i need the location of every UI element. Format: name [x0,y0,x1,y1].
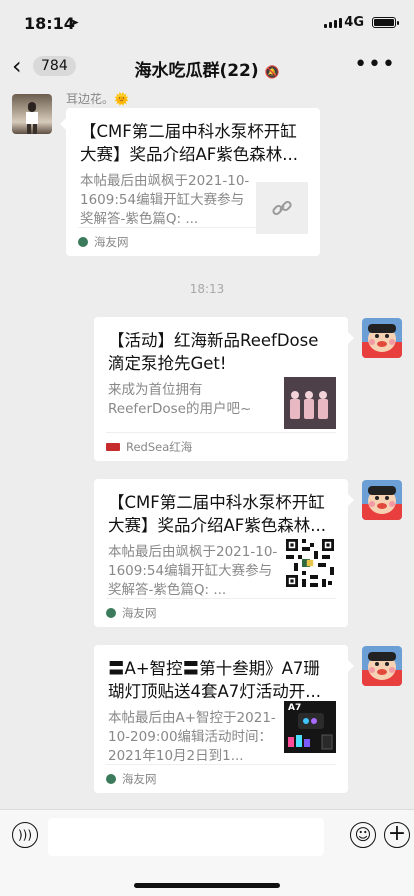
chat-header: ‹ 784 海水吃瓜群(22) 🔕 ••• [0,46,414,88]
redsea-logo-icon [106,443,120,451]
home-indicator[interactable] [134,883,280,888]
card-desc: 本帖最后由飒枫于2021-10-1609:54编辑开缸大赛参与奖解答-紫色篇Q:… [80,173,250,227]
status-bar: 18:14 ➤ 4G [0,0,414,46]
avatar[interactable] [362,480,402,520]
source-logo-icon [106,774,116,784]
battery-icon [372,17,399,28]
card-title: 【CMF第二届中科水泵杯开缸大赛】奖品介绍AF紫色森林... [108,493,327,535]
card-source: 海友网 [106,764,336,793]
card-source-label: 海友网 [122,772,157,786]
voice-icon[interactable]: ))) [12,822,38,848]
message-list[interactable]: 耳边花。🌞 【CMF第二届中科水泵杯开缸大赛】奖品介绍AF紫色森林... 本帖最… [0,88,414,810]
chat-title: 海水吃瓜群(22) 🔕 [0,56,414,81]
a7-thumb-label: A7 [288,703,302,713]
qr-code-thumb [284,537,336,589]
avatar[interactable] [12,94,52,134]
card-source: 海友网 [78,227,308,256]
plus-icon[interactable]: + [384,822,410,848]
card-title: 【活动】红海新品ReefDose滴定泵抢先Get! [108,331,319,373]
source-logo-icon [106,608,116,618]
product-photo-thumb [284,377,336,429]
card-desc: 来成为首位拥有ReeferDose的用户吧~ [108,382,252,417]
more-icon[interactable]: ••• [354,52,396,77]
bell-off-icon: 🔕 [264,65,280,79]
chat-title-text: 海水吃瓜群(22) [134,61,259,81]
location-arrow-icon: ➤ [70,16,80,29]
signal-icon [324,18,342,28]
avatar[interactable] [362,318,402,358]
link-card[interactable]: 【CMF第二届中科水泵杯开缸大赛】奖品介绍AF紫色森林... 本帖最后由飒枫于2… [66,108,320,256]
card-source-label: RedSea红海 [126,440,193,454]
link-card[interactable]: 【CMF第二届中科水泵杯开缸大赛】奖品介绍AF紫色森林... 本帖最后由飒枫于2… [94,479,348,627]
network-type: 4G [344,15,364,30]
card-source: 海友网 [106,598,336,627]
link-card[interactable]: 〓A+智控〓第十叁期》A7珊瑚灯顶贴送4套A7灯活动开... 本帖最后由A+智控… [94,645,348,793]
card-title: 〓A+智控〓第十叁期》A7珊瑚灯顶贴送4套A7灯活动开... [108,659,322,701]
link-card[interactable]: 【活动】红海新品ReefDose滴定泵抢先Get! 来成为首位拥有ReeferD… [94,317,348,461]
card-source-label: 海友网 [94,235,129,249]
card-desc: 本帖最后由飒枫于2021-10-1609:54编辑开缸大赛参与奖解答-紫色篇Q:… [108,544,278,598]
card-desc: 本帖最后由A+智控于2021-10-209:00编辑活动时间：2021年10月2… [108,710,276,764]
card-source-label: 海友网 [122,606,157,620]
source-logo-icon [78,237,88,247]
status-time: 18:14 [24,14,75,33]
card-title: 【CMF第二届中科水泵杯开缸大赛】奖品介绍AF紫色森林... [80,122,299,164]
message-input[interactable] [48,818,324,856]
emoji-icon[interactable]: ☺ [350,822,376,848]
card-source: RedSea红海 [106,432,336,461]
input-bar: ))) ☺ + [0,809,414,896]
message-partial-text: 耳边花。🌞 [66,92,129,106]
avatar[interactable] [362,646,402,686]
a7-product-thumb: A7 [284,701,336,753]
time-separator: 18:13 [189,282,225,296]
